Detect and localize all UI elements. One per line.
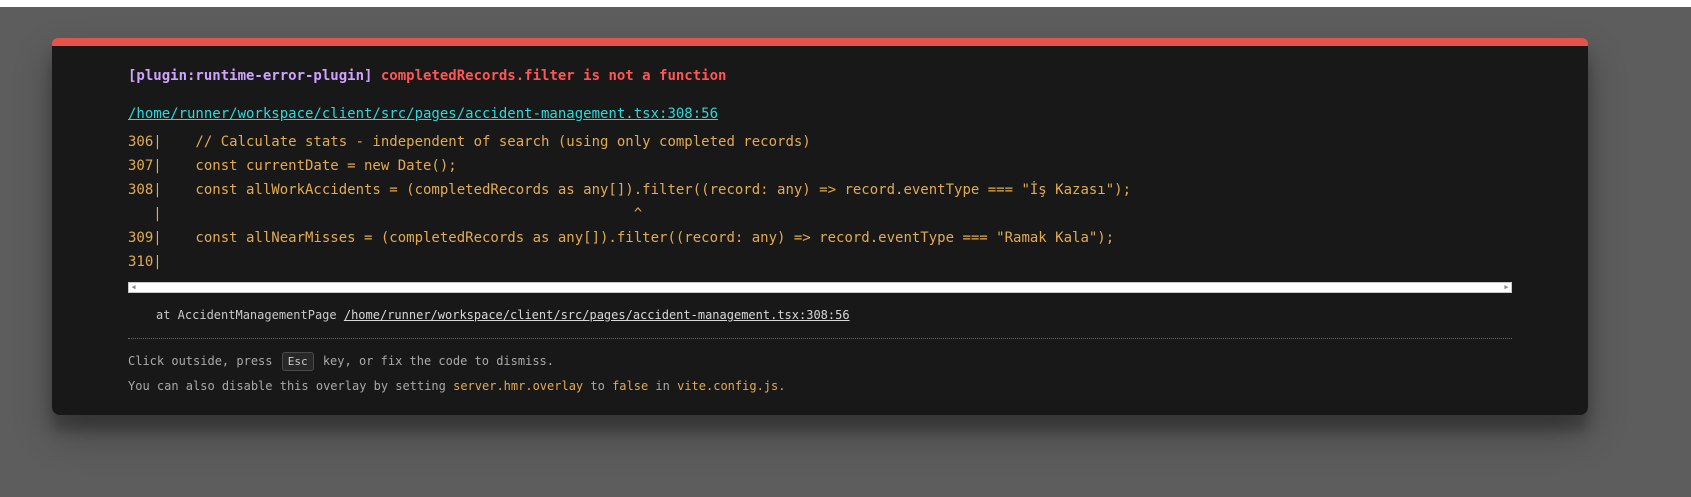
- code-frame: 306| // Calculate stats - independent of…: [128, 130, 1512, 274]
- config-key: server.hmr.overlay: [453, 379, 584, 393]
- config-file: vite.config.js: [677, 379, 779, 393]
- code-line: 310|: [128, 254, 162, 270]
- dismiss-tip: Click outside, press Esc key, or fix the…: [128, 352, 554, 371]
- error-text: completedRecords.filter is not a functio…: [380, 68, 727, 84]
- disable-overlay-tip: You can also disable this overlay by set…: [128, 379, 785, 393]
- code-line: 307| const currentDate = new Date();: [128, 158, 457, 174]
- tip-text: Click outside, press: [128, 354, 280, 368]
- code-frame-scrollbar[interactable]: ◀ ▶: [128, 282, 1512, 293]
- plugin-name: [plugin:runtime-error-plugin]: [128, 68, 373, 84]
- error-overlay-window: [plugin:runtime-error-plugin] completedR…: [52, 38, 1588, 415]
- tip-text: .: [778, 379, 786, 393]
- code-caret-line: | ^: [128, 206, 643, 222]
- error-message: [plugin:runtime-error-plugin] completedR…: [128, 68, 726, 84]
- tip-text: You can also disable this overlay by set…: [128, 379, 454, 393]
- code-line: 306| // Calculate stats - independent of…: [128, 134, 811, 150]
- stack-trace: at AccidentManagementPage /home/runner/w…: [156, 308, 850, 322]
- stack-prefix: at AccidentManagementPage: [156, 308, 344, 322]
- code-line-error: 308| const allWorkAccidents = (completed…: [128, 182, 1132, 198]
- stack-file-link[interactable]: /home/runner/workspace/client/src/pages/…: [344, 308, 850, 322]
- config-value: false: [612, 379, 649, 393]
- tip-text: key, or fix the code to dismiss.: [315, 354, 555, 368]
- scroll-left-arrow-icon[interactable]: ◀: [129, 283, 138, 292]
- error-file-link[interactable]: /home/runner/workspace/client/src/pages/…: [128, 106, 718, 122]
- tip-text: in: [648, 379, 678, 393]
- divider: [128, 338, 1512, 339]
- esc-key: Esc: [281, 352, 314, 371]
- code-line: 309| const allNearMisses = (completedRec…: [128, 230, 1115, 246]
- scroll-right-arrow-icon[interactable]: ▶: [1502, 283, 1511, 292]
- tip-text: to: [583, 379, 613, 393]
